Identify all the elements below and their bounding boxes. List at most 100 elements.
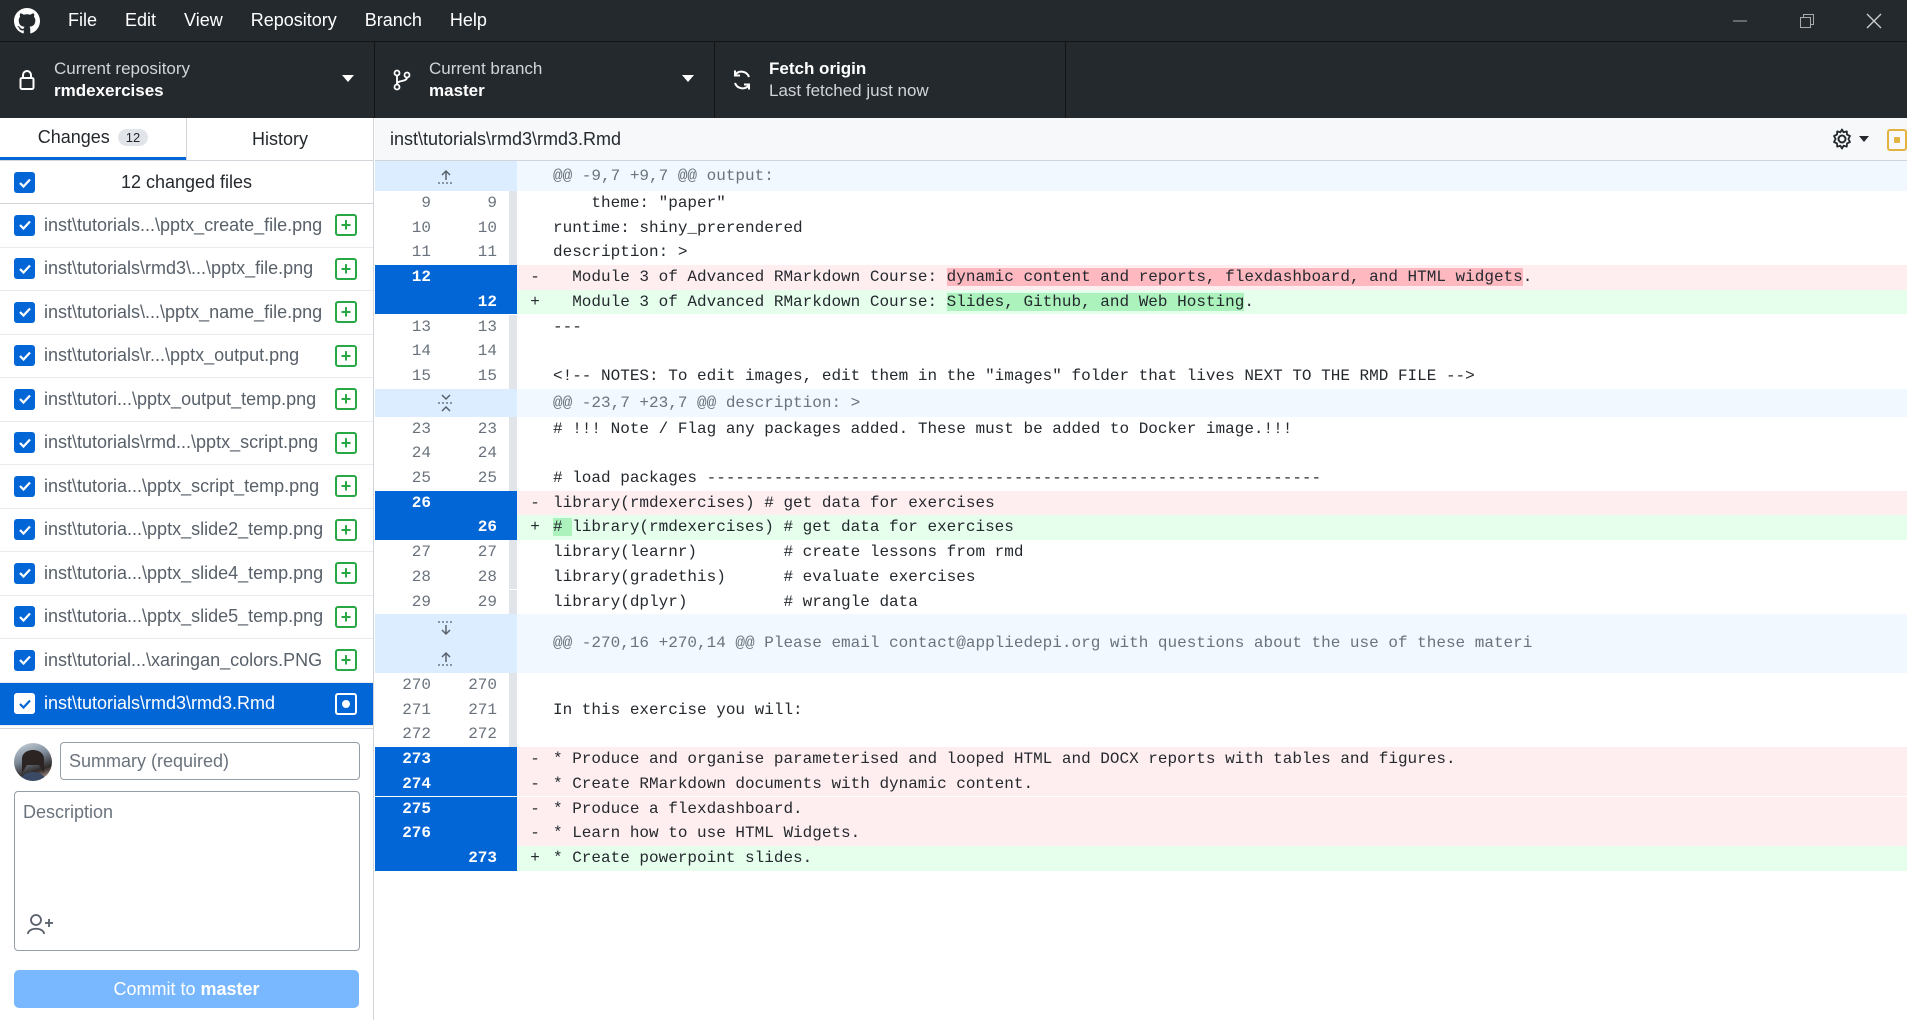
file-checkbox[interactable] [14, 214, 35, 236]
diff-line-del[interactable]: 12 - Module 3 of Advanced RMarkdown Cours… [375, 265, 1907, 290]
file-row[interactable]: inst\tutoria...\pptx_slide4_temp.png + [0, 552, 373, 596]
diff-line-ctx[interactable]: 271 271 In this exercise you will: [375, 697, 1907, 723]
file-row[interactable]: inst\tutoria...\pptx_slide5_temp.png + [0, 596, 373, 639]
tab-changes[interactable]: Changes 12 [0, 118, 186, 160]
file-checkbox[interactable] [14, 432, 35, 454]
close-icon[interactable] [1840, 0, 1907, 41]
old-line-number: 12 [411, 268, 431, 287]
expand-down-icon[interactable] [437, 621, 455, 637]
file-checkbox[interactable] [14, 258, 35, 280]
diff-line-ctx[interactable]: 15 15 <!-- NOTES: To edit images, edit the… [375, 363, 1907, 389]
diff-line-ctx[interactable]: 272 272 [375, 722, 1907, 748]
new-line-number: 28 [477, 567, 497, 586]
diff-line-add[interactable]: 26 + # library(rmdexercises) # get data fo… [375, 515, 1907, 541]
file-added-icon: + [335, 649, 357, 672]
fetch-origin-button[interactable]: Fetch origin Last fetched just now [715, 42, 1066, 118]
diff-line-del[interactable]: 275 - * Produce a flexdashboard. [375, 796, 1907, 822]
file-row[interactable]: inst\tutorials\rmd3\rmd3.Rmd [0, 682, 373, 726]
diff-line-ctx[interactable]: 270 270 [375, 673, 1907, 698]
diff-line-ctx[interactable]: 23 23 # !!! Note / Flag any packages added… [375, 416, 1907, 442]
diff-options-button[interactable] [1831, 128, 1869, 150]
diff-gutter: 26 [375, 490, 517, 516]
diff-line-del[interactable]: 276 - * Learn how to use HTML Widgets. [375, 821, 1907, 846]
diff-line-add[interactable]: 273 + * Create powerpoint slides. [375, 845, 1907, 871]
menu-item-view[interactable]: View [170, 0, 237, 41]
file-checkbox[interactable] [14, 519, 35, 541]
diff-line-del[interactable]: 26 - library(rmdexercises) # get data for … [375, 490, 1907, 516]
current-branch-button[interactable]: Current branch master [375, 42, 715, 118]
file-checkbox[interactable] [14, 345, 35, 367]
file-row[interactable]: inst\tutorials\rmd3\...\pptx_file.png + [0, 248, 373, 291]
old-line-number: 25 [411, 469, 431, 487]
file-checkbox[interactable] [14, 649, 35, 671]
select-all-checkbox[interactable] [14, 172, 35, 193]
file-row[interactable]: inst\tutorial...\xaringan_colors.PNG + [0, 639, 373, 683]
new-line-number: 13 [477, 317, 497, 336]
diff-gutter[interactable] [375, 388, 517, 417]
menu-item-repository[interactable]: Repository [237, 0, 351, 41]
diff-code: library(rmdexercises) # get data for exe… [553, 491, 1907, 516]
menu-item-help[interactable]: Help [436, 0, 501, 41]
old-line-number: 24 [411, 444, 431, 463]
summary-input[interactable]: Summary (required) [60, 742, 360, 780]
diff-line-ctx[interactable]: 28 28 library(gradethis) # evaluate exerci… [375, 564, 1907, 590]
expand-up-icon[interactable] [437, 168, 455, 184]
file-checkbox[interactable] [14, 693, 35, 715]
diff-line-ctx[interactable]: 25 25 # load packages --------------------… [375, 466, 1907, 491]
add-coauthor-icon[interactable] [27, 913, 55, 940]
menu-item-branch[interactable]: Branch [351, 0, 436, 41]
file-row[interactable]: inst\tutoria...\pptx_script_temp.png + [0, 465, 373, 509]
diff-line-add[interactable]: 12 + Module 3 of Advanced RMarkdown Cours… [375, 289, 1907, 315]
restore-icon[interactable] [1773, 0, 1840, 41]
diff-line-del[interactable]: 273 - * Produce and organise parameterised… [375, 747, 1907, 772]
diff-line-ctx[interactable]: 29 29 library(dplyr) # wrangle data [375, 589, 1907, 615]
file-checkbox[interactable] [14, 475, 35, 497]
file-name: inst\tutoria...\pptx_slide2_temp.png [44, 519, 324, 540]
diff-line-ctx[interactable]: 99 theme: "paper" [375, 191, 1907, 216]
file-checkbox[interactable] [14, 606, 35, 628]
menu-item-file[interactable]: File [54, 0, 111, 41]
diff-sign [517, 216, 553, 241]
file-checkbox[interactable] [14, 388, 35, 410]
diff-gutter[interactable] [375, 614, 517, 673]
file-row[interactable]: inst\tutorials\rmd...\pptx_script.png + [0, 422, 373, 465]
diff-line-ctx[interactable]: 10 10 runtime: shiny_prerendered [375, 215, 1907, 241]
file-modified-icon [335, 692, 357, 715]
file-row[interactable]: inst\tutorials...\pptx_create_file.png + [0, 204, 373, 248]
diff-sign [517, 315, 553, 340]
file-row[interactable]: inst\tutorials\r...\pptx_output.png + [0, 335, 373, 378]
diff-sign: - [530, 824, 540, 843]
code-change-highlight: dynamic content and reports, flexdashboa… [946, 268, 1523, 287]
menu-item-edit[interactable]: Edit [111, 0, 170, 41]
diff-gutter: 26 [375, 515, 517, 541]
commit-button[interactable]: Commit to master [14, 970, 359, 1008]
diff-gutter: 12 [375, 265, 517, 290]
diff-sign [517, 698, 553, 723]
current-repository-button[interactable]: Current repository rmdexercises [0, 42, 375, 118]
diff-line-ctx[interactable]: 13 13 --- [375, 314, 1907, 340]
file-checkbox[interactable] [14, 301, 35, 323]
tab-history[interactable]: History [186, 118, 373, 160]
new-line-number: 272 [468, 725, 497, 744]
new-line-number [443, 772, 509, 797]
changes-sidebar: Changes 12 History 12 changed files inst… [0, 118, 374, 1020]
diff-gutter: 12 [375, 289, 517, 315]
sync-icon [715, 69, 769, 91]
diff-line-ctx[interactable]: 27 27 library(learnr) # create lessons fro… [375, 540, 1907, 565]
file-checkbox[interactable] [14, 562, 35, 584]
expand-icon[interactable] [437, 393, 455, 413]
diff-line-del[interactable]: 274 - * Create RMarkdown documents with dy… [375, 771, 1907, 797]
new-line-number: 29 [477, 592, 497, 611]
diff-gutter[interactable] [375, 161, 517, 191]
diff-line-ctx[interactable]: 24 24 [375, 441, 1907, 466]
file-row[interactable]: inst\tutori...\pptx_output_temp.png + [0, 378, 373, 422]
minimize-icon[interactable] [1706, 0, 1773, 41]
file-row[interactable]: inst\tutoria...\pptx_slide2_temp.png + [0, 509, 373, 552]
expand-up-icon[interactable] [437, 650, 455, 666]
diff-line-ctx[interactable]: 11 11 description: > [375, 240, 1907, 266]
description-textarea[interactable]: Description [14, 791, 360, 951]
file-row[interactable]: inst\tutorials\...\pptx_name_file.png + [0, 291, 373, 335]
diff-sign [517, 565, 553, 590]
diff-code: Module 3 of Advanced RMarkdown Course: S… [553, 290, 1907, 315]
diff-line-ctx[interactable]: 14 14 [375, 339, 1907, 364]
